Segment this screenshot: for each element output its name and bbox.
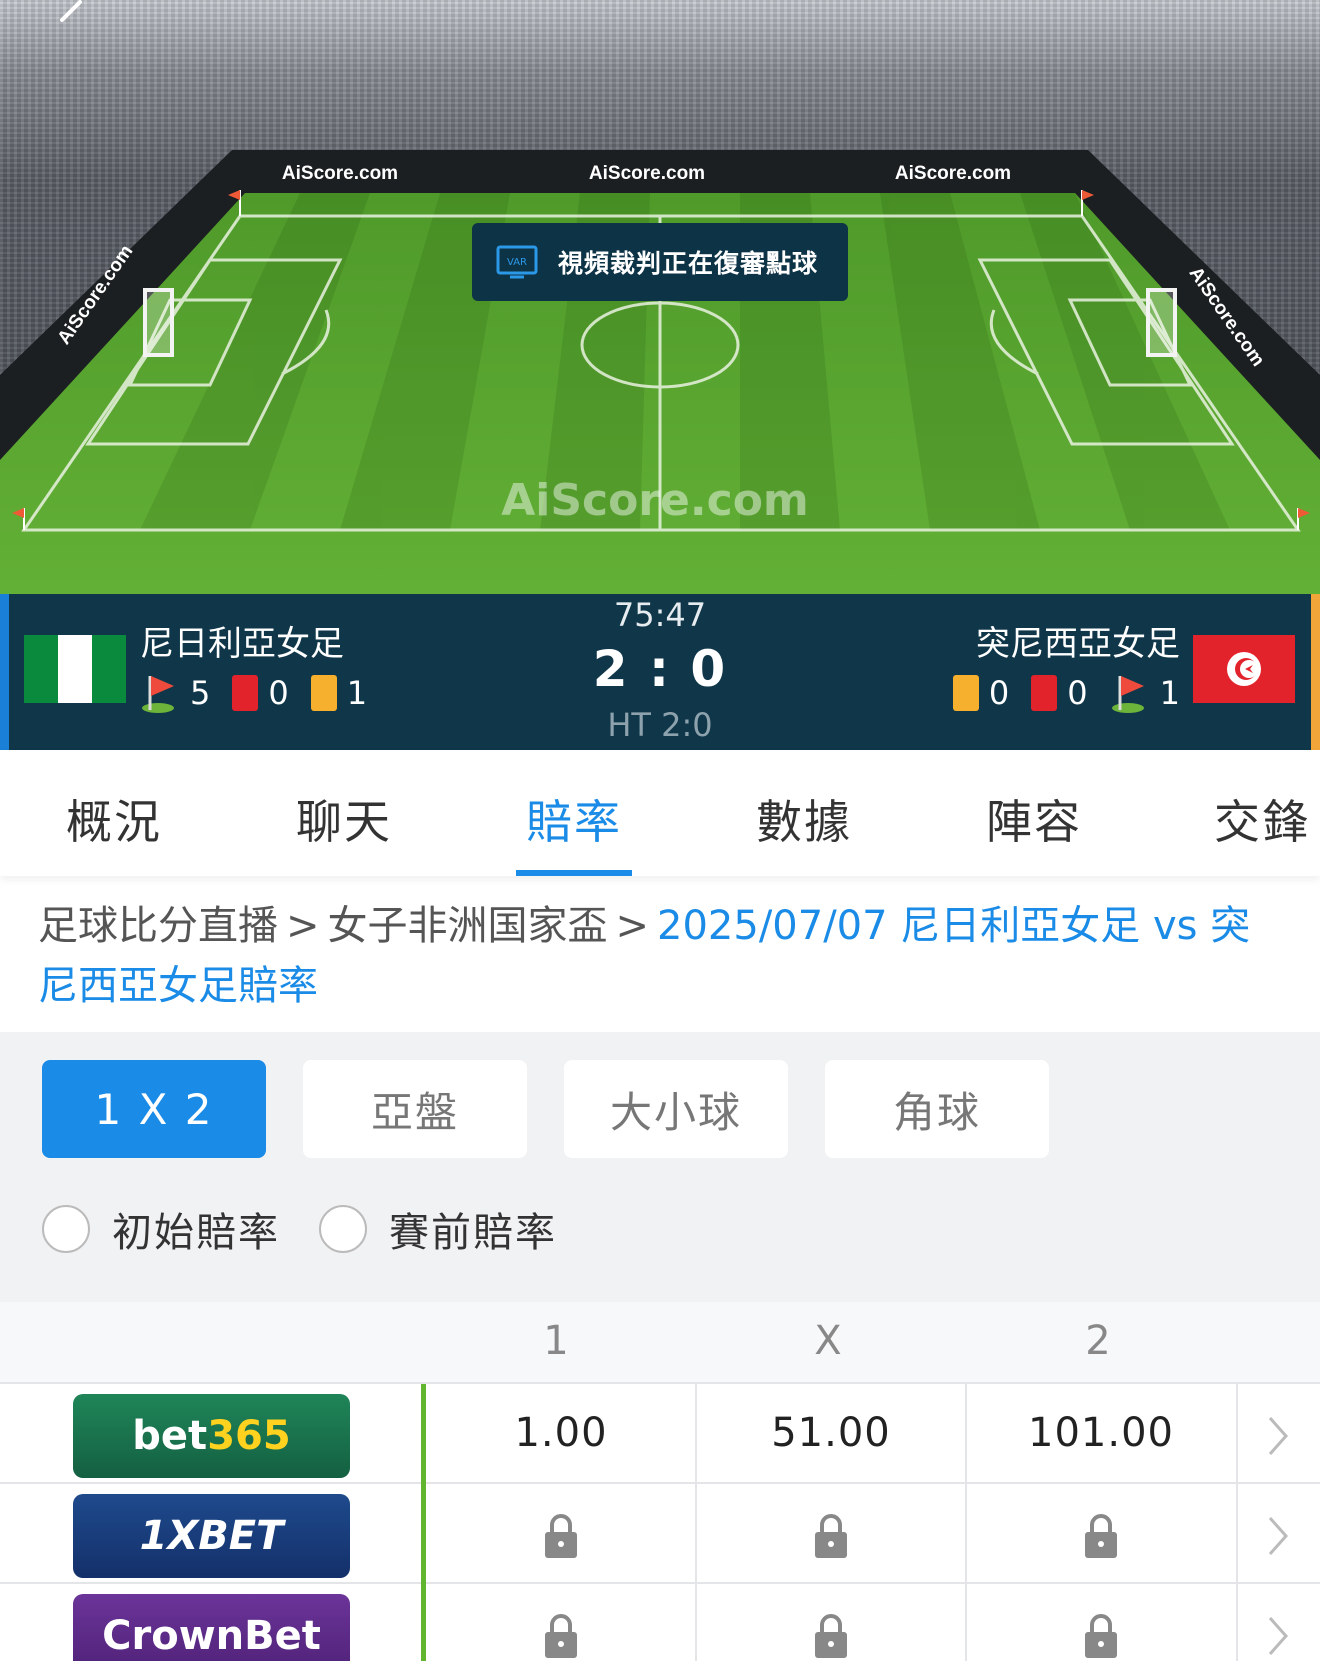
breadcrumb-item-competition[interactable]: 女子非洲国家盃 (328, 903, 608, 949)
breadcrumb-chevron-icon: > (286, 903, 320, 949)
away-team-flag (1193, 635, 1295, 703)
tab-chat[interactable]: 聊天 (296, 786, 392, 852)
var-icon: VAR (496, 245, 538, 279)
home-red-cards: 0 (268, 674, 289, 712)
match-score: 2 : 0 (592, 640, 728, 698)
home-team-name[interactable]: 尼日利亞女足 (140, 616, 344, 665)
away-team-name[interactable]: 突尼西亞女足 (976, 616, 1180, 665)
tab-stats[interactable]: 數據 (756, 786, 852, 852)
odds-row-1xbet[interactable]: 1XBET (0, 1484, 1320, 1584)
bookmaker-name: CrownBet (102, 1613, 321, 1659)
market-panel: 1 X 2 亞盤 大小球 角球 初始賠率 賽前賠率 (0, 1032, 1320, 1302)
1xbet-logo: 1XBET (73, 1494, 350, 1578)
home-yellow-cards: 1 (346, 674, 368, 712)
home-team-flag (24, 635, 126, 703)
home-corners: 5 (190, 674, 211, 712)
lock-icon (1085, 1514, 1117, 1558)
var-banner-text: 視頻裁判正在復審點球 (558, 249, 819, 278)
odds-row-bet365[interactable]: bet365 1.00 51.00 101.00 (0, 1384, 1320, 1484)
row-indicator (421, 1584, 426, 1661)
pitch-watermark: AiScore.com (501, 475, 809, 526)
away-red-cards: 0 (1067, 674, 1088, 712)
active-tab-indicator (516, 870, 632, 876)
crownbet-logo: CrownBet (73, 1594, 350, 1661)
half-time-score: HT 2:0 (607, 706, 713, 744)
match-clock: 75:47 (613, 596, 707, 634)
red-card-icon (1031, 675, 1058, 711)
svg-text:VAR: VAR (507, 257, 527, 268)
var-review-banner: VAR 視頻裁判正在復審點球 (472, 223, 848, 301)
ad-board-3: AiScore.com (895, 163, 1011, 184)
pre-match-odds-label: 賽前賠率 (389, 1210, 557, 1256)
home-team-stats: 5 0 1 (140, 672, 367, 714)
corner-flag-icon (142, 676, 174, 713)
score-bar: 尼日利亞女足 5 0 1 75:47 2 : 0 HT 2:0 突尼西亞女足 0… (0, 594, 1320, 750)
away-color-edge (1311, 594, 1320, 750)
lock-icon (545, 1514, 577, 1558)
away-corners: 1 (1159, 674, 1180, 712)
bookmaker-name: bet365 (132, 1413, 291, 1459)
chevron-right-icon[interactable] (1264, 1414, 1292, 1458)
odds-row-crownbet[interactable]: CrownBet (0, 1584, 1320, 1661)
yellow-card-icon (952, 675, 979, 711)
ad-board-2: AiScore.com (589, 163, 705, 184)
tab-h2h[interactable]: 交鋒 (1214, 786, 1310, 852)
market-1x2-button[interactable]: 1 X 2 (42, 1060, 266, 1158)
market-corners-button[interactable]: 角球 (825, 1060, 1049, 1158)
breadcrumb-chevron-icon: > (615, 903, 650, 949)
odds-home[interactable]: 1.00 (426, 1410, 696, 1456)
lock-icon (1085, 1614, 1117, 1658)
bookmaker-name: 1XBET (139, 1513, 284, 1559)
chevron-right-icon[interactable] (1264, 1614, 1292, 1658)
match-tabs: 概況 聊天 賠率 數據 陣容 交鋒 (0, 750, 1320, 876)
away-yellow-cards: 0 (988, 674, 1010, 712)
row-indicator (421, 1484, 426, 1584)
lock-icon (815, 1514, 847, 1558)
market-asian-handicap-button[interactable]: 亞盤 (303, 1060, 527, 1158)
tab-lineups[interactable]: 陣容 (986, 786, 1082, 852)
tab-odds[interactable]: 賠率 (526, 786, 622, 852)
odds-draw[interactable]: 51.00 (696, 1410, 966, 1456)
red-card-icon (232, 675, 259, 711)
col-draw: X (814, 1318, 842, 1364)
lock-icon (815, 1614, 847, 1658)
bet365-logo: bet365 (73, 1394, 350, 1478)
back-chevron-icon[interactable] (50, 0, 94, 40)
market-over-under-button[interactable]: 大小球 (564, 1060, 788, 1158)
col-home-win: 1 (543, 1318, 569, 1364)
away-team-stats: 0 0 1 (952, 672, 1180, 714)
pre-match-odds-option[interactable]: 賽前賠率 (319, 1200, 557, 1258)
ad-board-1: AiScore.com (282, 163, 398, 184)
home-color-edge (0, 594, 9, 750)
tab-overview[interactable]: 概況 (66, 786, 162, 852)
opening-odds-radio[interactable] (42, 1205, 90, 1253)
pre-match-odds-radio[interactable] (319, 1205, 367, 1253)
odds-table-header: 1 X 2 (0, 1302, 1320, 1384)
corner-flag-icon (1111, 676, 1144, 713)
breadcrumb: 足球比分直播 > 女子非洲国家盃 >2025/07/07 尼日利亞女足 vs 突尼西亞… (38, 896, 1288, 1016)
lock-icon (545, 1614, 577, 1658)
opening-odds-label: 初始賠率 (112, 1210, 280, 1256)
breadcrumb-item-football-live[interactable]: 足球比分直播 (38, 903, 278, 949)
chevron-right-icon[interactable] (1264, 1514, 1292, 1558)
col-away-win: 2 (1085, 1318, 1111, 1364)
match-tracker: AiScore.com AiScore.com AiScore.com AiSc… (0, 0, 1320, 594)
yellow-card-icon (310, 675, 337, 711)
odds-away[interactable]: 101.00 (966, 1410, 1236, 1456)
opening-odds-option[interactable]: 初始賠率 (42, 1200, 280, 1258)
